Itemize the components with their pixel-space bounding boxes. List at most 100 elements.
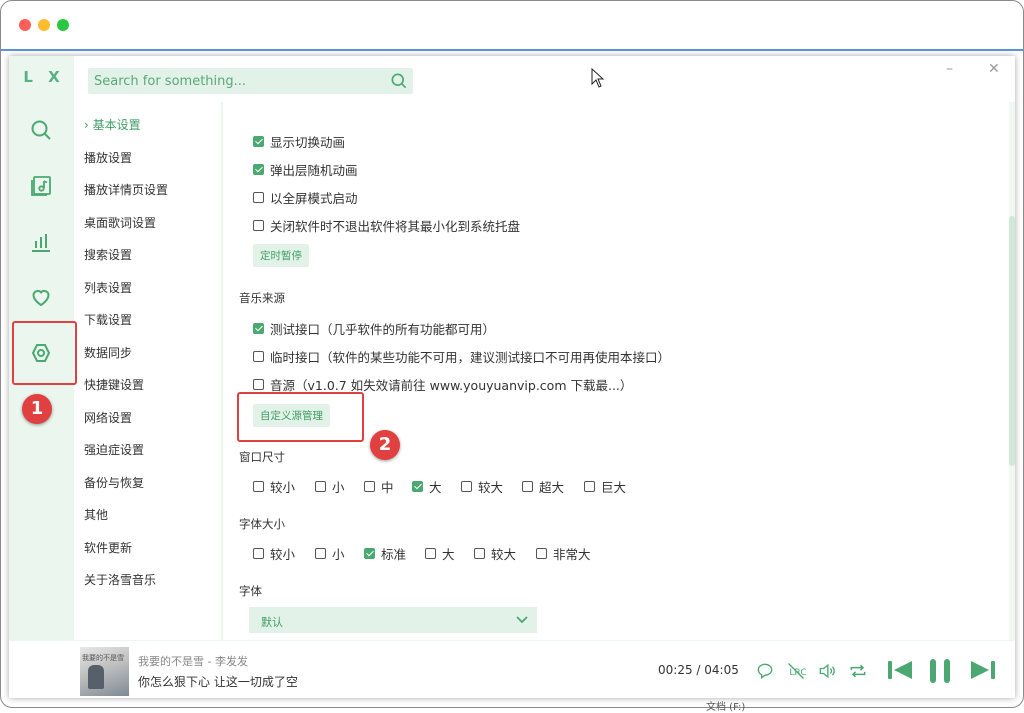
window-size-option[interactable]: 较大: [461, 477, 503, 496]
album-art[interactable]: 我要的不是雪: [80, 647, 129, 696]
nav-search[interactable]: [23, 112, 59, 148]
menu-item-backup[interactable]: 备份与恢复: [84, 474, 144, 491]
nav-song-list[interactable]: [23, 168, 59, 204]
menu-item-update[interactable]: 软件更新: [84, 539, 132, 556]
font-size-option[interactable]: 非常大: [536, 544, 591, 563]
checkbox[interactable]: [364, 481, 375, 492]
search-icon: [31, 120, 51, 140]
annotation-badge-2: 2: [370, 430, 400, 460]
window-size-option[interactable]: 小: [315, 477, 345, 496]
option-minimize-tray[interactable]: 关闭软件时不退出软件将其最小化到系统托盘: [253, 216, 520, 235]
checkbox[interactable]: [253, 220, 264, 231]
checkbox[interactable]: [253, 548, 264, 559]
font-size-option[interactable]: 标准: [364, 544, 406, 563]
option-label: 大: [442, 547, 455, 562]
checkbox[interactable]: [315, 481, 326, 492]
checkbox[interactable]: [253, 481, 264, 492]
font-size-option[interactable]: 小: [315, 544, 345, 563]
checkbox[interactable]: [412, 481, 423, 492]
option-label: 非常大: [553, 547, 591, 562]
checkbox[interactable]: [253, 192, 264, 203]
option-test-api[interactable]: 测试接口（几乎软件的所有功能都可用）: [253, 319, 495, 338]
previous-track-icon[interactable]: [886, 657, 914, 683]
repeat-icon[interactable]: [848, 661, 868, 681]
checkbox[interactable]: [425, 548, 436, 559]
checkbox[interactable]: [253, 164, 264, 175]
checkbox[interactable]: [364, 548, 375, 559]
window-size-option[interactable]: 巨大: [584, 477, 626, 496]
option-temp-api[interactable]: 临时接口（软件的某些功能不可用，建议测试接口不可用再使用本接口）: [253, 347, 670, 366]
pause-icon[interactable]: [927, 657, 953, 685]
annotation-badge-1: 1: [22, 394, 52, 424]
option-label: 小: [332, 547, 345, 562]
window-size-option[interactable]: 较小: [253, 477, 295, 496]
option-label: 超大: [539, 480, 565, 495]
scrollbar-thumb[interactable]: [1009, 216, 1015, 466]
menu-item-play-detail[interactable]: 播放详情页设置: [84, 181, 168, 198]
menu-item-other[interactable]: 其他: [84, 506, 108, 523]
menu-item-search[interactable]: 搜索设置: [84, 246, 132, 263]
option-label: 中: [381, 480, 394, 495]
album-figure: [88, 665, 104, 689]
minimize-traffic-light[interactable]: [38, 19, 50, 31]
window-size-option[interactable]: 大: [412, 477, 442, 496]
font-size-title: 字体大小: [239, 517, 285, 531]
checkbox[interactable]: [474, 548, 485, 559]
option-fullscreen-start[interactable]: 以全屏模式启动: [253, 188, 358, 207]
font-select[interactable]: 默认: [249, 607, 537, 633]
menu-item-sync[interactable]: 数据同步: [84, 344, 132, 361]
search-button-icon[interactable]: [389, 71, 409, 91]
menu-item-desktop-lyric[interactable]: 桌面歌词设置: [84, 214, 156, 231]
minimize-button[interactable]: –: [946, 61, 953, 77]
option-popup-animation[interactable]: 弹出层随机动画: [253, 160, 358, 179]
checkbox[interactable]: [461, 481, 472, 492]
window-size-option[interactable]: 超大: [522, 477, 564, 496]
option-label: 临时接口（软件的某些功能不可用，建议测试接口不可用再使用本接口）: [270, 350, 671, 365]
lx-music-app: L X – ✕ › 基本设置 播放设置 播放详情页设置 桌面歌词设置 搜索设置: [9, 56, 1015, 698]
window-size-title: 窗口尺寸: [239, 450, 285, 464]
option-label: 小: [332, 480, 345, 495]
lyric-toggle-icon[interactable]: LRC: [786, 661, 806, 681]
nav-leaderboard[interactable]: [23, 224, 59, 260]
menu-item-network[interactable]: 网络设置: [84, 409, 132, 426]
menu-item-play[interactable]: 播放设置: [84, 149, 132, 166]
nav-favorites[interactable]: [23, 279, 59, 315]
search-input[interactable]: [88, 68, 390, 94]
close-button[interactable]: ✕: [988, 61, 1000, 77]
menu-item-list[interactable]: 列表设置: [84, 279, 132, 296]
comment-icon[interactable]: [755, 661, 775, 681]
font-size-option[interactable]: 大: [425, 544, 455, 563]
menu-item-download[interactable]: 下载设置: [84, 311, 132, 328]
option-label: 较小: [270, 480, 296, 495]
next-track-icon[interactable]: [969, 657, 997, 683]
settings-menu: › 基本设置 播放设置 播放详情页设置 桌面歌词设置 搜索设置 列表设置 下载设…: [74, 102, 221, 640]
font-size-option[interactable]: 较小: [253, 544, 295, 563]
timer-pause-button[interactable]: 定时暂停: [253, 244, 309, 267]
menu-item-odc[interactable]: 强迫症设置: [84, 441, 144, 458]
font-size-option[interactable]: 较大: [474, 544, 516, 563]
music-list-icon: [31, 176, 51, 196]
checkbox[interactable]: [253, 351, 264, 362]
traffic-lights: [19, 19, 69, 31]
search-box[interactable]: [88, 68, 413, 94]
close-traffic-light[interactable]: [19, 19, 31, 31]
mouse-cursor-icon: [591, 68, 605, 88]
chevron-right-icon: ›: [84, 118, 89, 132]
window-size-option[interactable]: 中: [364, 477, 394, 496]
zoom-traffic-light[interactable]: [57, 19, 69, 31]
checkbox[interactable]: [315, 548, 326, 559]
option-label: 大: [429, 480, 442, 495]
checkbox[interactable]: [522, 481, 533, 492]
checkbox[interactable]: [253, 136, 264, 147]
menu-item-about[interactable]: 关于洛雪音乐: [84, 571, 156, 588]
option-switch-animation[interactable]: 显示切换动画: [253, 132, 345, 151]
checkbox[interactable]: [584, 481, 595, 492]
checkbox[interactable]: [536, 548, 547, 559]
song-title[interactable]: 我要的不是雪 - 李发发: [138, 653, 248, 669]
checkbox[interactable]: [253, 379, 264, 390]
menu-item-hotkeys[interactable]: 快捷键设置: [84, 376, 144, 393]
volume-icon[interactable]: [817, 661, 837, 681]
option-label: 较小: [270, 547, 296, 562]
menu-item-basic[interactable]: › 基本设置: [84, 116, 141, 133]
checkbox[interactable]: [253, 323, 264, 334]
